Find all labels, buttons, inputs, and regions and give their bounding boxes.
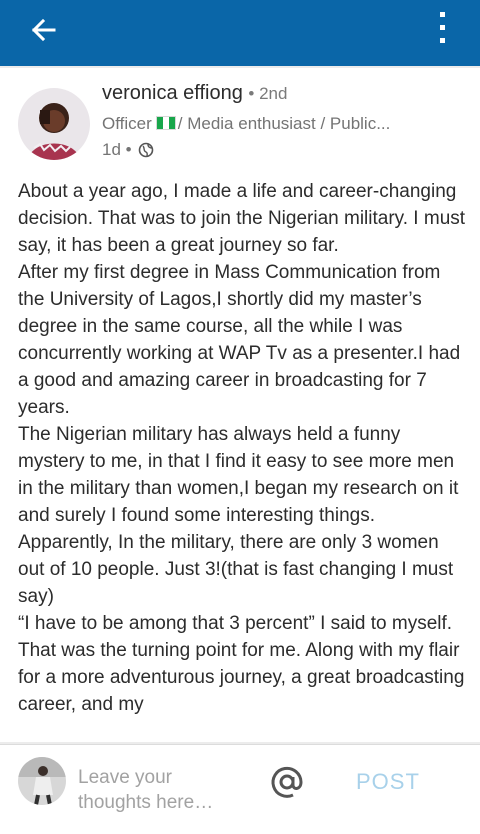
author-name[interactable]: veronica effiong • 2nd [102,82,287,105]
top-app-bar [0,0,480,66]
comment-composer: POST [0,744,480,834]
connection-degree: • 2nd [248,84,288,103]
arrow-left-icon[interactable] [24,10,64,50]
post-paragraph: “I have to be among that 3 percent” I sa… [18,613,465,715]
author-avatar[interactable] [18,88,90,160]
post-body: About a year ago, I made a life and care… [18,178,466,718]
post-meta: 1d • [102,140,154,160]
author-headline: Officer / Media enthusiast / Public... [102,114,391,133]
at-sign-icon[interactable] [268,763,306,801]
post-card: veronica effiong • 2nd Officer / Media en… [0,68,480,742]
comment-input[interactable] [78,765,248,817]
post-paragraph: About a year ago, I made a life and care… [18,181,466,256]
globe-icon [139,142,154,158]
post-button[interactable]: POST [356,769,420,795]
post-paragraph: After my first degree in Mass Communicat… [18,262,461,418]
post-paragraph: The Nigerian military has always held a … [18,424,459,607]
user-avatar [18,757,66,805]
nigeria-flag-icon [155,116,176,130]
more-vertical-icon[interactable] [430,8,454,48]
